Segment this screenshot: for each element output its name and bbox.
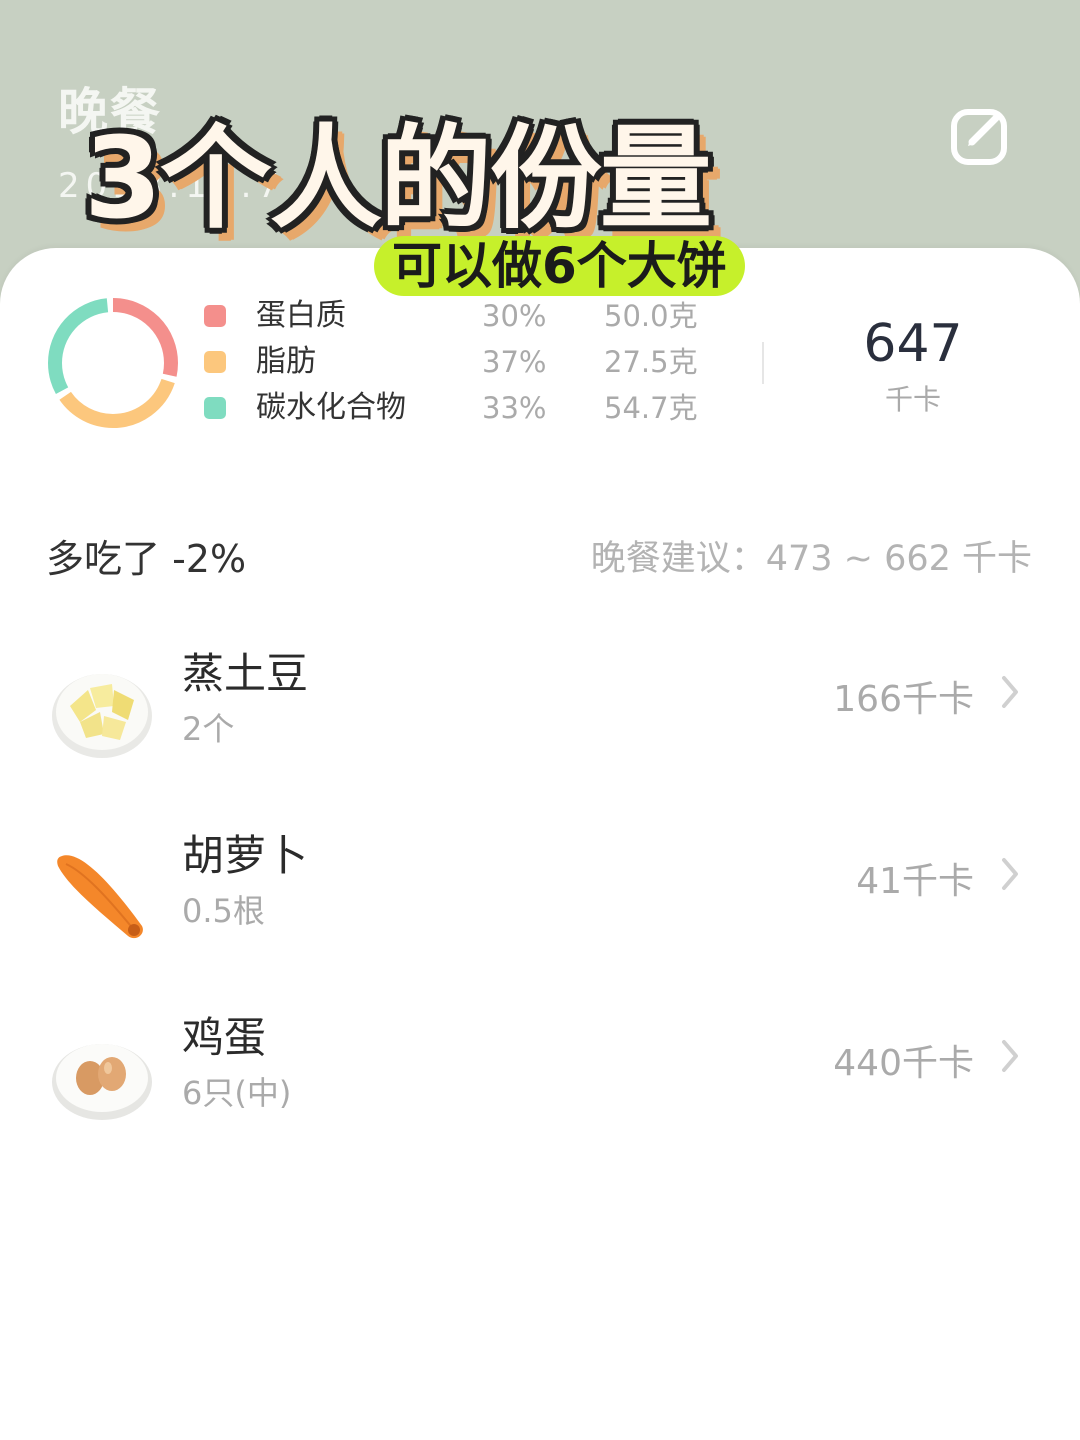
chevron-right-icon	[1002, 1040, 1018, 1072]
food-item-carrot[interactable]: 胡萝卜 0.5根 41千卡	[0, 822, 1080, 972]
legend-name: 蛋白质	[256, 298, 346, 333]
total-calories-unit: 千卡	[884, 383, 941, 416]
edit-icon[interactable]	[948, 104, 1012, 168]
food-item-potato[interactable]: 蒸土豆 2个 166千卡	[0, 640, 1080, 790]
divider	[762, 342, 764, 384]
food-amount: 2个	[182, 710, 235, 748]
food-calories: 166千卡	[833, 679, 974, 720]
legend-grams: 50.0克	[604, 299, 698, 333]
food-calories: 440千卡	[833, 1043, 974, 1084]
intake-difference: 多吃了 -2%	[46, 537, 247, 581]
total-calories: 647	[863, 314, 963, 374]
legend-row-fat: 脂肪 37% 27.5克	[204, 342, 724, 382]
carrot-icon	[57, 855, 143, 939]
legend-name: 脂肪	[256, 344, 316, 379]
carb-color-dot	[204, 397, 226, 419]
legend-percent: 37%	[482, 345, 547, 379]
fat-color-dot	[204, 351, 226, 373]
steamed-potato-icon	[52, 674, 152, 758]
macro-donut-chart	[48, 298, 178, 428]
legend-percent: 33%	[482, 391, 547, 425]
legend-row-protein: 蛋白质 30% 50.0克	[204, 296, 724, 336]
food-amount: 0.5根	[182, 892, 265, 930]
legend-grams: 54.7克	[604, 391, 698, 425]
food-name: 蒸土豆	[182, 649, 309, 698]
chevron-right-icon	[1002, 676, 1018, 708]
chevron-right-icon	[1002, 858, 1018, 890]
egg-icon	[52, 1044, 152, 1120]
protein-color-dot	[204, 305, 226, 327]
dinner-advice: 晚餐建议：473 ~ 662 千卡	[590, 539, 1032, 579]
overlay-title: 3个人的份量	[84, 114, 712, 244]
legend-row-carbs: 碳水化合物 33% 54.7克	[204, 388, 724, 428]
food-calories: 41千卡	[856, 861, 974, 902]
food-item-egg[interactable]: 鸡蛋 6只(中) 440千卡	[0, 1004, 1080, 1154]
legend-name: 碳水化合物	[256, 390, 406, 425]
legend-percent: 30%	[482, 299, 547, 333]
legend-grams: 27.5克	[604, 345, 698, 379]
food-amount: 6只(中)	[182, 1074, 292, 1112]
food-name: 胡萝卜	[182, 831, 309, 880]
overlay-subtitle: 可以做6个大饼	[374, 236, 745, 296]
food-name: 鸡蛋	[182, 1013, 267, 1062]
